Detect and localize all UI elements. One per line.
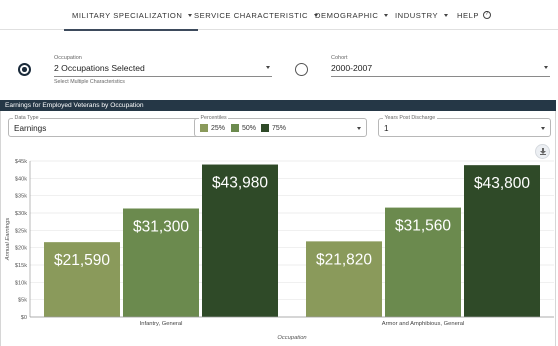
bar-value-label: $21,590 (54, 252, 110, 269)
y-tick-label: $40k (15, 176, 27, 182)
y-tick-label: $25k (15, 228, 27, 234)
percentile-chip-label: 75% (272, 124, 287, 132)
earnings-bar-chart: $21,590 $31,300 $43,980 $21,820 $31,560 $43,8… (5, 159, 554, 341)
bar-value-label: $43,980 (212, 175, 268, 192)
cohort-label: Cohort (331, 55, 348, 61)
help-icon: ? (483, 11, 492, 19)
bar-value-label: $43,800 (474, 175, 530, 192)
swatch-50 (231, 124, 239, 132)
y-tick-label: $30k (15, 211, 27, 217)
occupation-label: Occupation (54, 55, 82, 61)
years-label: Years Post Discharge (383, 115, 437, 121)
bar-value-label: $31,560 (395, 218, 451, 235)
data-type-label: Data Type (13, 115, 41, 121)
occupation-select[interactable]: Occupation 2 Occupations Selected Select… (54, 55, 272, 87)
y-tick-label: $5k (18, 298, 27, 304)
bar-value-label: $31,300 (133, 218, 189, 235)
y-tick-label: $0 (21, 315, 27, 321)
y-axis-title: Annual Earnings (5, 218, 11, 262)
y-tick-label: $35k (15, 194, 27, 200)
data-type-value: Earnings (14, 124, 47, 133)
nav-help[interactable]: HELP ? (457, 0, 492, 30)
occupation-value: 2 Occupations Selected (54, 63, 145, 73)
field-underline (54, 76, 272, 77)
occupation-helper-text: Select Multiple Characteristics (54, 79, 125, 85)
nav-military-specialization[interactable]: MILITARY SPECIALIZATION (63, 0, 199, 31)
x-tick-label: Armor and Amphibious, General (382, 321, 465, 327)
chevron-down-icon (384, 13, 389, 17)
swatch-25 (200, 124, 208, 132)
swatch-75 (261, 124, 269, 132)
percentile-chip-25: 25% (200, 124, 225, 132)
years-value: 1 (384, 124, 389, 133)
y-tick-label: $10k (15, 280, 27, 286)
nav-service-characteristic[interactable]: SERVICE CHARACTERISTIC (194, 0, 319, 30)
top-nav: MILITARY SPECIALIZATION SERVICE CHARACTE… (0, 0, 558, 31)
chevron-down-icon (444, 13, 449, 17)
cohort-value: 2000-2007 (331, 63, 373, 73)
nav-label: HELP (457, 10, 480, 20)
nav-demographic[interactable]: DEMOGRAPHIC (315, 0, 389, 30)
chevron-down-icon (357, 127, 361, 130)
percentiles-select[interactable]: Percentiles 25% 50% 75% (194, 115, 367, 137)
nav-label: INDUSTRY (395, 10, 439, 20)
years-post-discharge-select[interactable]: Years Post Discharge 1 (378, 115, 551, 137)
x-tick-label: Infantry, General (140, 321, 183, 327)
nav-label: MILITARY SPECIALIZATION (72, 10, 183, 20)
x-axis-title: Occupation (277, 335, 306, 341)
cohort-select[interactable]: Cohort 2000-2007 (331, 55, 550, 79)
bar-value-label: $21,820 (316, 251, 372, 268)
chevron-down-icon (544, 66, 548, 69)
percentile-chip-50: 50% (231, 124, 256, 132)
cohort-radio[interactable] (295, 63, 308, 76)
nav-label: DEMOGRAPHIC (315, 10, 379, 20)
y-tick-label: $15k (15, 263, 27, 269)
field-underline (331, 76, 550, 77)
percentile-chip-75: 75% (261, 124, 286, 132)
chevron-down-icon (541, 127, 545, 130)
percentile-chip-label: 25% (211, 124, 226, 132)
chevron-down-icon (266, 66, 270, 69)
percentiles-label: Percentiles (199, 115, 229, 121)
nav-industry[interactable]: INDUSTRY (395, 0, 449, 30)
chevron-down-icon (188, 13, 193, 17)
nav-label: SERVICE CHARACTERISTIC (194, 10, 309, 20)
y-tick-label: $45k (15, 159, 27, 165)
panel-title: Earnings for Employed Veterans by Occupa… (0, 100, 556, 111)
occupation-radio[interactable] (18, 63, 31, 76)
percentile-chip-label: 50% (242, 124, 257, 132)
bar-layer: $21,590 $31,300 $43,980 $21,820 $31,560 $43,8… (44, 164, 540, 317)
y-tick-label: $20k (15, 246, 27, 252)
